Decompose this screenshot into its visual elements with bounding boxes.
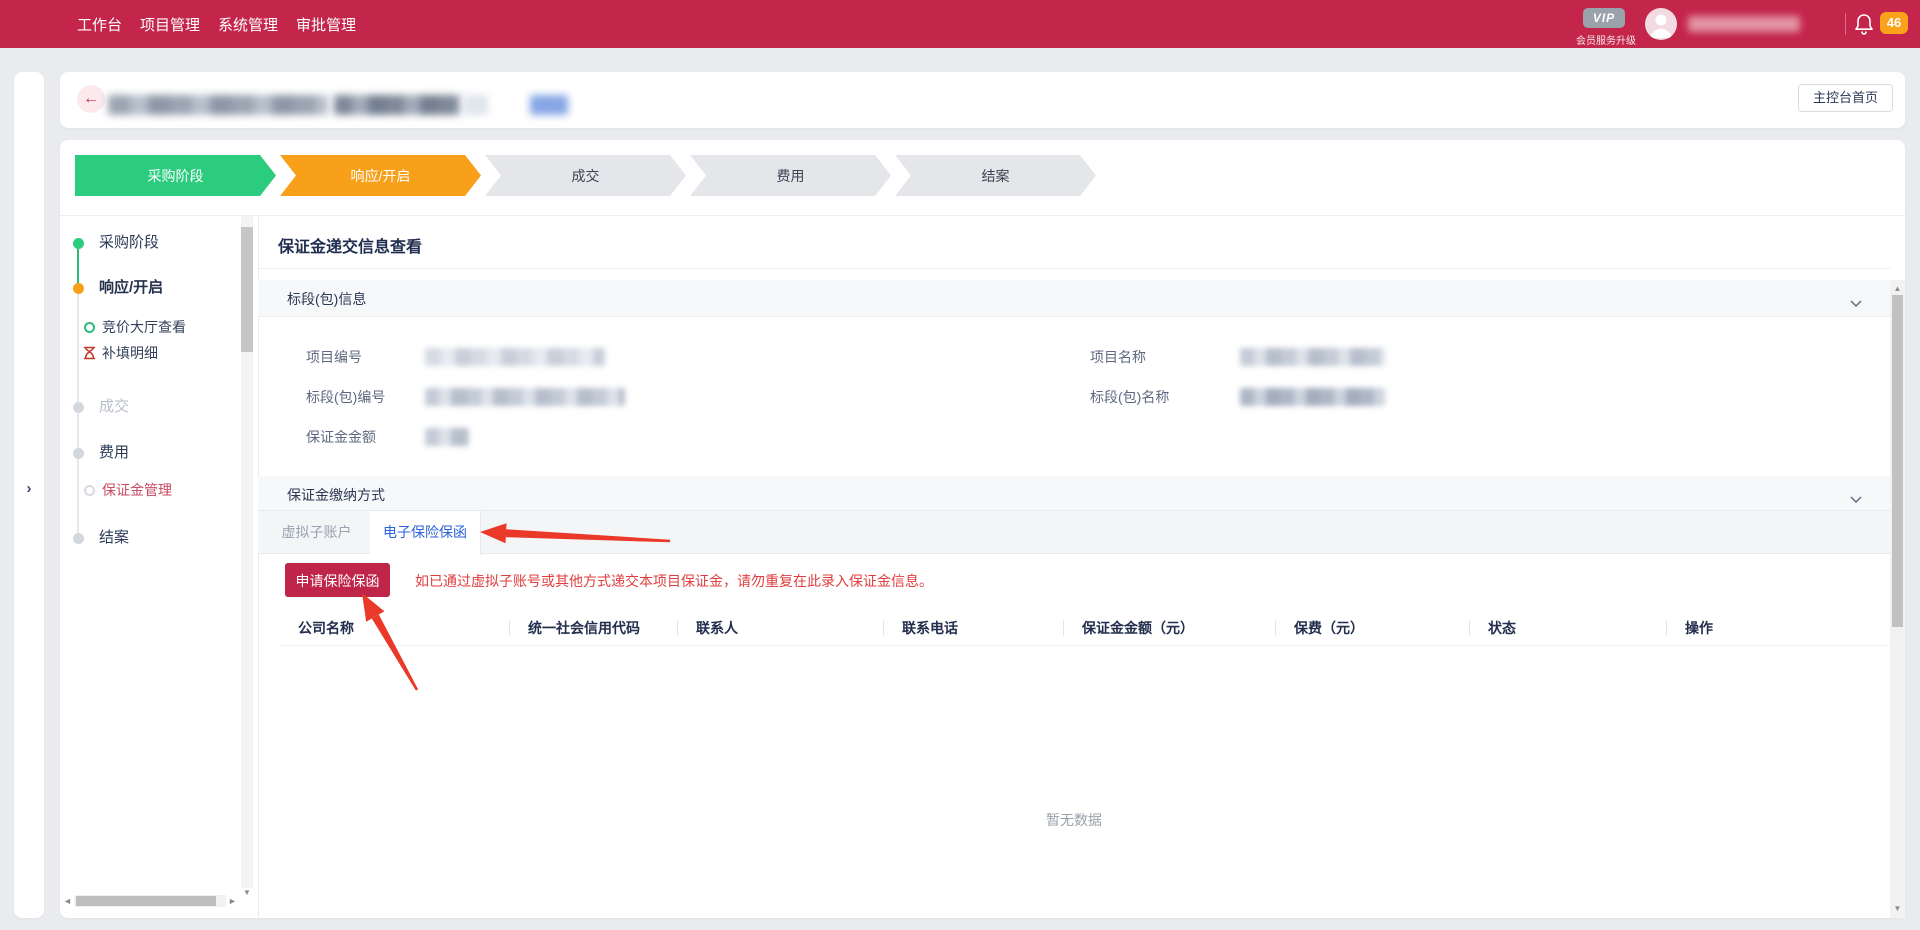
col-deposit-amount: 保证金金额（元） [1064,612,1276,645]
field-value-package-name-redacted [1240,388,1385,406]
redacted-project-title-2 [334,95,461,115]
vip-upgrade-label[interactable]: 会员服务升级 [1566,32,1646,47]
field-label-package-no: 标段(包)编号 [306,387,385,407]
page-header-card: ← 主控台首页 [60,72,1905,128]
page-title: 保证金递交信息查看 [278,233,422,257]
apply-insurance-guarantee-button[interactable]: 申请保险保函 [285,563,390,597]
process-steps: 采购阶段 响应/开启 成交 费用 结案 [75,155,1100,196]
content-vertical-scrollbar-thumb[interactable] [1892,295,1903,627]
sidebar-scroll-right-arrow[interactable]: ► [228,895,237,907]
section-payment-method: 保证金缴纳方式 [258,476,1890,513]
sidebar-item-fill-details[interactable]: 补填明细 [102,343,158,363]
collapse-chevron-icon[interactable] [1850,294,1862,310]
sidebar-horizontal-scrollbar-thumb[interactable] [76,896,216,906]
user-name-redacted [1688,16,1800,32]
duplicate-deposit-warning: 如已通过虚拟子账号或其他方式递交本项目保证金，请勿重复在此录入保证金信息。 [415,571,933,591]
redacted-status-badge [530,95,568,115]
col-company-name: 公司名称 [280,612,510,645]
col-premium: 保费（元） [1276,612,1470,645]
nav-item-project-mgmt[interactable]: 项目管理 [140,14,200,35]
sidebar-item-response-open[interactable]: 响应/开启 [99,278,163,298]
dot-deal-pending [73,402,84,413]
sidebar-item-deposit-management-active[interactable]: 保证金管理 [102,480,172,500]
empty-state-text: 暂无数据 [258,810,1890,830]
top-navbar: 工作台 项目管理 系统管理 审批管理 VIP 会员服务升级 46 [0,0,1920,48]
divider [258,268,1890,269]
step-response-open[interactable]: 响应/开启 [280,155,481,196]
col-status: 状态 [1470,612,1667,645]
field-label-project-name: 项目名称 [1090,347,1146,367]
divider [60,215,1905,216]
sidebar-item-closing[interactable]: 结案 [99,528,129,548]
col-credit-code: 统一社会信用代码 [510,612,678,645]
hourglass-icon [83,346,96,360]
col-contact-person: 联系人 [678,612,884,645]
section-title: 标段(包)信息 [287,289,366,309]
back-button[interactable]: ← [77,85,105,113]
step-closing[interactable]: 结案 [895,155,1096,196]
dot-closing-pending [73,533,84,544]
ring-deposit-mgmt-icon [84,485,95,496]
field-value-project-name-redacted [1240,348,1385,366]
sidebar-scroll-left-arrow[interactable]: ◄ [63,895,72,907]
step-fees[interactable]: 费用 [690,155,891,196]
step-deal[interactable]: 成交 [485,155,686,196]
redacted-title-fragment [464,95,488,115]
section-package-info: 标段(包)信息 [258,280,1890,317]
field-label-deposit-amount: 保证金金额 [306,427,376,447]
section-title: 保证金缴纳方式 [287,485,385,505]
payment-tabs: 虚拟子账户 电子保险保函 [258,510,1890,554]
collapse-chevron-icon[interactable] [1850,490,1862,506]
sidebar-collapse-rail: › [14,72,44,918]
col-actions: 操作 [1667,612,1890,645]
topbar-divider [1845,13,1846,35]
expand-panel-chevron[interactable]: › [14,480,44,497]
sidebar-item-procurement-phase[interactable]: 采购阶段 [99,233,159,253]
field-value-deposit-amount-redacted [425,428,469,446]
content-scroll-down-arrow[interactable]: ▼ [1890,904,1905,913]
vip-icon[interactable]: VIP [1583,8,1625,28]
sidebar-item-bidding-hall[interactable]: 竞价大厅查看 [102,317,186,337]
nav-item-approval-mgmt[interactable]: 审批管理 [296,14,356,35]
dot-response-current [73,283,84,294]
col-contact-phone: 联系电话 [884,612,1064,645]
dot-procurement-done [73,238,84,249]
sidebar-item-fees[interactable]: 费用 [99,443,129,463]
content-scroll-up-arrow[interactable]: ▲ [1890,284,1905,293]
user-icon [1645,8,1677,40]
main-menu: 工作台 项目管理 系统管理 审批管理 [77,0,356,48]
field-label-project-no: 项目编号 [306,347,362,367]
tab-electronic-insurance-guarantee[interactable]: 电子保险保函 [370,511,481,555]
nav-item-workbench[interactable]: 工作台 [77,14,122,35]
nav-item-system-mgmt[interactable]: 系统管理 [218,14,278,35]
step-procurement-phase[interactable]: 采购阶段 [75,155,276,196]
app-window: 工作台 项目管理 系统管理 审批管理 VIP 会员服务升级 46 › ← [0,0,1920,930]
field-value-package-no-redacted [425,388,625,406]
console-home-button[interactable]: 主控台首页 [1798,84,1893,112]
sidebar-item-deal[interactable]: 成交 [99,397,129,417]
sidebar-vertical-scrollbar-thumb[interactable] [241,227,253,352]
avatar[interactable] [1645,8,1677,40]
main-panel: 采购阶段 响应/开启 成交 费用 结案 采购阶段 响应/开启 竞价大厅查看 补填… [60,140,1905,918]
ring-bidding-hall-icon [84,322,95,333]
notification-count-badge: 46 [1880,12,1908,34]
field-value-project-no-redacted [425,348,605,366]
sidebar-connector-done [77,243,79,288]
dot-fees-pending [73,448,84,459]
sidebar-scroll-down-arrow[interactable]: ▼ [241,888,253,897]
guarantee-table-header: 公司名称 统一社会信用代码 联系人 联系电话 保证金金额（元） 保费（元） 状态… [280,612,1890,646]
tab-virtual-subaccount[interactable]: 虚拟子账户 [263,511,371,553]
notification-bell-icon[interactable] [1854,13,1874,35]
redacted-project-title [108,95,328,115]
field-label-package-name: 标段(包)名称 [1090,387,1169,407]
